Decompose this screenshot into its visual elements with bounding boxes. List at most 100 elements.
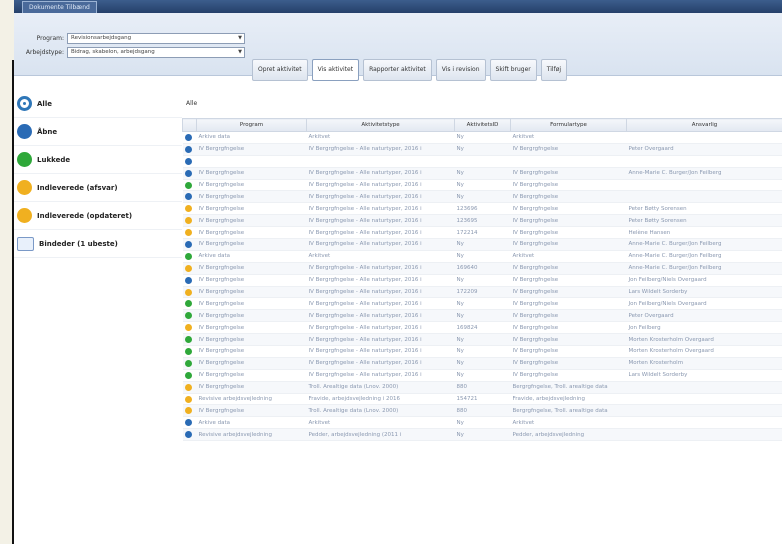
cell-program: IV Bergrgfngelse: [196, 179, 307, 192]
table-row[interactable]: IV Bergrgfngelse IV Bergrgfngelse - Alle …: [182, 357, 782, 370]
table-row[interactable]: IV Bergrgfngelse IV Bergrgfngelse - Alle …: [182, 214, 782, 228]
status-cell: [182, 274, 197, 287]
status-cell: [182, 404, 197, 418]
table-row[interactable]: Arkive data Arkitvet Ny Arkitvet: [182, 416, 782, 430]
status-cell: [182, 357, 197, 370]
table-row[interactable]: IV Bergrgfngelse IV Bergrgfngelse - Alle …: [182, 238, 782, 251]
view-revision-button[interactable]: Vis i revision: [435, 59, 486, 81]
table-row[interactable]: IV Bergrgfngelse IV Bergrgfngelse - Alle …: [182, 286, 782, 299]
table-body: Arkive data Arkitvet Ny Arkitvet IV Bergrgfn…: [182, 131, 782, 442]
table-row[interactable]: IV Bergrgfngelse IV Bergrgfngelse - Alle …: [182, 369, 782, 382]
cell-activity: IV Bergrgfngelse - Alle naturtyper, 2016…: [306, 357, 455, 370]
cell-form: IV Bergrgfngelse: [510, 286, 627, 299]
cell-form: IV Bergrgfngelse: [510, 345, 627, 358]
cell-id: 169824: [454, 321, 511, 335]
table-row[interactable]: IV Bergrgfngelse IV Bergrgfngelse - Alle …: [182, 321, 782, 335]
table-row[interactable]: IV Bergrgfngelse IV Bergrgfngelse - Alle …: [182, 262, 782, 275]
switch-user-button[interactable]: Skift bruger: [489, 59, 537, 81]
status-open-icon: [184, 240, 192, 248]
cell-program: IV Bergrgfngelse: [196, 321, 307, 335]
cell-form: IV Bergrgfngelse: [510, 262, 627, 275]
table-row[interactable]: [182, 155, 782, 168]
add-button[interactable]: Tilføj: [540, 59, 568, 81]
status-cell: [182, 416, 197, 430]
cell-id: 880: [454, 381, 511, 394]
table-row[interactable]: IV Bergrgfngelse IV Bergrgfngelse - Alle …: [182, 202, 782, 216]
sidebar-item-1[interactable]: Åbne: [14, 118, 182, 146]
cell-owner: Anne-Marie C. Burger/Jon Feilberg: [626, 250, 782, 263]
report-activity-button[interactable]: Rapporter aktivitet: [363, 59, 432, 81]
sidebar-item-label: Lukkede: [37, 155, 71, 164]
cell-program: Revisive arbejdsvejledning: [196, 428, 307, 442]
cell-form: IV Bergrgfngelse: [510, 357, 627, 370]
cell-form: IV Bergrgfngelse: [510, 214, 627, 228]
table-row[interactable]: IV Bergrgfngelse IV Bergrgfngelse - Alle …: [182, 345, 782, 358]
status-pending-icon: [184, 407, 192, 415]
status-pending-icon: [184, 324, 192, 332]
table-row[interactable]: IV Bergrgfngelse IV Bergrgfngelse - Alle …: [182, 297, 782, 311]
cell-owner: Anne-Marie C. Burger/Jon Feilberg: [626, 167, 782, 180]
cell-owner: Anne-Marie C. Burger/Jon Feilberg: [626, 238, 782, 251]
col-program[interactable]: Program: [196, 118, 307, 132]
status-closed-icon: [184, 312, 192, 320]
cell-id: Ny: [454, 167, 511, 180]
cell-program: IV Bergrgfngelse: [196, 309, 307, 323]
cell-activity: Arkitvet: [306, 250, 455, 263]
table-row[interactable]: Revisive arbejdsvejledning Pedder, arbejd…: [182, 428, 782, 442]
table-row[interactable]: IV Bergrgfngelse IV Bergrgfngelse - Alle …: [182, 167, 782, 180]
table-row[interactable]: IV Bergrgfngelse IV Bergrgfngelse - Alle …: [182, 179, 782, 192]
table-row[interactable]: IV Bergrgfngelse IV Bergrgfngelse - Alle …: [182, 309, 782, 323]
table-row[interactable]: IV Bergrgfngelse IV Bergrgfngelse - Alle …: [182, 143, 782, 156]
program-select-value: Revisionsarbejdsgang: [71, 35, 132, 41]
table-row[interactable]: IV Bergrgfngelse IV Bergrgfngelse - Alle …: [182, 333, 782, 347]
col-form-type[interactable]: Formulartype: [510, 118, 627, 132]
submitted-icon: [17, 180, 32, 195]
table-row[interactable]: IV Bergrgfngelse IV Bergrgfngelse - Alle …: [182, 226, 782, 240]
table-row[interactable]: IV Bergrgfngelse IV Bergrgfngelse - Alle …: [182, 274, 782, 287]
cell-owner: Anne-Marie C. Burger/Jon Feilberg: [626, 262, 782, 275]
status-pending-icon: [184, 229, 192, 237]
col-activity-id[interactable]: AktivitetsID: [454, 118, 511, 132]
status-pending-icon: [184, 205, 192, 213]
table-row[interactable]: Arkive data Arkitvet Ny Arkitvet: [182, 131, 782, 144]
table-row[interactable]: Revisive arbejdsvejledning Fravide, arbej…: [182, 393, 782, 406]
cell-program: IV Bergrgfngelse: [196, 190, 307, 204]
sidebar-item-3[interactable]: Indleverede (afsvar): [14, 174, 182, 202]
cell-owner: [626, 416, 782, 430]
col-activity-type[interactable]: Aktivitetstype: [306, 118, 455, 132]
cell-id: Ny: [454, 274, 511, 287]
cell-owner: Lars Wildelt Sorderby: [626, 369, 782, 382]
sidebar-item-0[interactable]: Alle: [14, 90, 182, 118]
create-activity-button[interactable]: Opret aktivitet: [252, 59, 308, 81]
program-select[interactable]: Revisionsarbejdsgang ▼: [67, 33, 245, 44]
cell-program: IV Bergrgfngelse: [196, 202, 307, 216]
status-cell: [182, 428, 197, 442]
sidebar-item-2[interactable]: Lukkede: [14, 146, 182, 174]
cell-program: IV Bergrgfngelse: [196, 226, 307, 240]
cell-activity: IV Bergrgfngelse - Alle naturtyper, 2016…: [306, 167, 455, 180]
sidebar-item-5[interactable]: Bindeder (1 ubeste): [14, 230, 182, 258]
cell-activity: IV Bergrgfngelse - Alle naturtyper, 2016…: [306, 202, 455, 216]
cell-activity: IV Bergrgfngelse - Alle naturtyper, 2016…: [306, 369, 455, 382]
table-row[interactable]: Arkive data Arkitvet Ny Arkitvet Anne-Marie …: [182, 250, 782, 263]
cell-id: Ny: [454, 250, 511, 263]
table-row[interactable]: IV Bergrgfngelse IV Bergrgfngelse - Alle …: [182, 190, 782, 204]
status-pending-icon: [184, 217, 192, 225]
type-select[interactable]: Bidrag, skabelon, arbejdsgang ▼: [67, 47, 245, 58]
sidebar-item-4[interactable]: Indleverede (opdateret): [14, 202, 182, 230]
cell-form: [510, 155, 627, 168]
table-row[interactable]: IV Bergrgfngelse Troll. Arealtige data (L…: [182, 404, 782, 418]
cell-owner: [626, 381, 782, 394]
cell-activity: IV Bergrgfngelse - Alle naturtyper, 2016…: [306, 286, 455, 299]
status-cell: [182, 250, 197, 263]
cell-owner: [626, 131, 782, 144]
view-activity-button[interactable]: Vis aktivitet: [311, 59, 360, 81]
table-row[interactable]: IV Bergrgfngelse Troll. Arealtige data (L…: [182, 381, 782, 394]
col-status[interactable]: [182, 118, 197, 132]
col-owner[interactable]: Ansvarlig: [626, 118, 782, 132]
outer-page-edge: [0, 0, 14, 544]
cell-activity: IV Bergrgfngelse - Alle naturtyper, 2016…: [306, 309, 455, 323]
status-cell: [182, 143, 197, 156]
cell-owner: [626, 155, 782, 168]
title-bar: Dokumente Tilbænd: [14, 0, 782, 14]
